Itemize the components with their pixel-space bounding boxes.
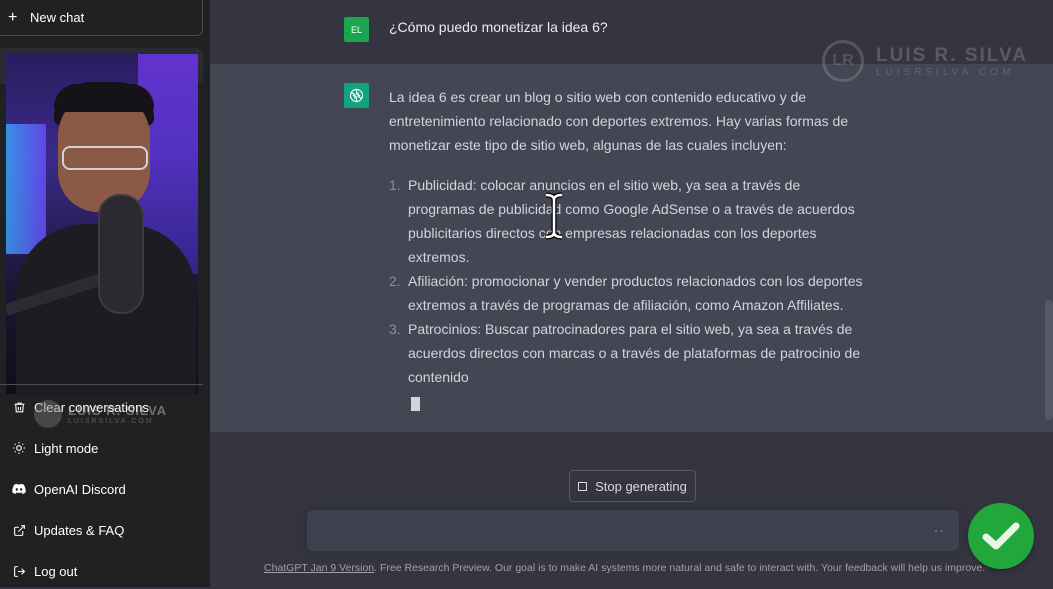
stop-icon <box>578 481 588 491</box>
new-chat-button[interactable]: + New chat <box>0 0 203 36</box>
sidebar-item-label: Log out <box>34 563 78 579</box>
list-item: 3. Patrocinios: Buscar patrocinadores par… <box>389 321 861 385</box>
checkmark-icon <box>968 503 1034 569</box>
sidebar-watermark: LUIS R. SILVA LUISRSILVA.COM <box>34 400 167 428</box>
assistant-message-text: La idea 6 es crear un blog o sitio web c… <box>389 85 869 418</box>
list-item: 1. Publicidad: colocar anuncios en el sit… <box>389 177 855 265</box>
logout-icon <box>8 565 30 578</box>
sidebar-divider <box>0 384 203 385</box>
new-chat-label: New chat <box>30 10 85 25</box>
sidebar-item-label: Updates & FAQ <box>34 522 125 538</box>
log-out-button[interactable]: Log out <box>0 553 203 589</box>
trash-icon <box>8 401 30 414</box>
channel-watermark: LR LUIS R. SILVA LUISRSILVA.COM <box>822 40 1028 82</box>
message-input-box[interactable]: ·· <box>307 510 959 551</box>
footer-disclaimer: ChatGPT Jan 9 Version. Free Research Pre… <box>264 562 986 574</box>
sun-icon <box>8 441 30 455</box>
message-input[interactable] <box>319 520 923 544</box>
stop-generating-button[interactable]: Stop generating <box>569 470 696 502</box>
answer-intro: La idea 6 es crear un blog o sitio web c… <box>389 89 849 153</box>
external-link-icon <box>8 524 30 537</box>
light-mode-button[interactable]: Light mode <box>0 430 203 466</box>
watermark-logo-icon: LR <box>822 40 864 82</box>
watermark-logo-icon <box>34 400 62 428</box>
loading-dots-icon: ·· <box>933 522 945 538</box>
chatgpt-logo-icon <box>344 83 369 108</box>
text-cursor-icon <box>545 192 563 240</box>
version-link[interactable]: ChatGPT Jan 9 Version <box>264 562 374 574</box>
answer-list: 1. Publicidad: colocar anuncios en el sit… <box>389 173 869 389</box>
sidebar-item-label: Light mode <box>34 440 99 456</box>
list-item: 2. Afiliación: promocionar y vender produ… <box>389 273 863 313</box>
scrollbar[interactable] <box>1045 300 1053 420</box>
sidebar: + New chat Clear conversations LUIS R. S… <box>0 0 210 587</box>
sidebar-item-label: OpenAI Discord <box>34 481 126 497</box>
user-message-text: ¿Cómo puedo monetizar la idea 6? <box>389 19 608 35</box>
updates-faq-link[interactable]: Updates & FAQ <box>0 512 203 548</box>
plus-icon: + <box>8 8 18 26</box>
discord-icon <box>8 483 30 495</box>
webcam-overlay <box>6 54 198 394</box>
user-avatar: EL <box>344 17 369 42</box>
typing-cursor <box>411 397 420 411</box>
openai-discord-link[interactable]: OpenAI Discord <box>0 471 203 507</box>
